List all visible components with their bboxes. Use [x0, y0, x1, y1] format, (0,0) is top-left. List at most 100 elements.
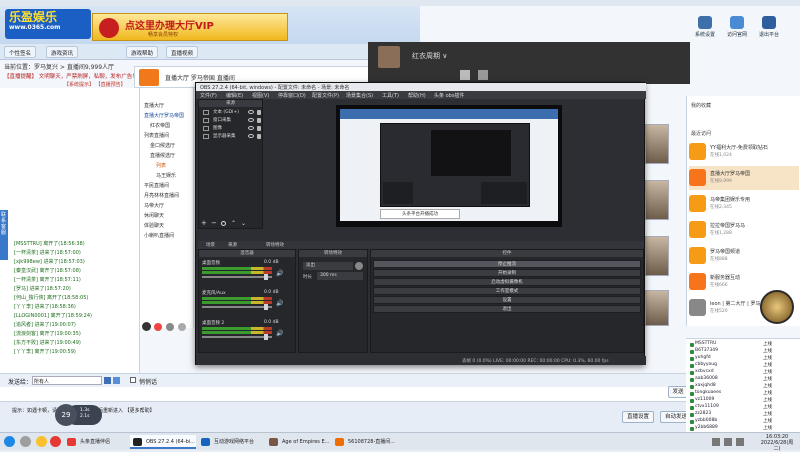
menu-docks[interactable]: 停靠窗口(D)	[278, 92, 306, 99]
system-settings-button[interactable]: 系统设置	[692, 16, 718, 38]
tree-item[interactable]: 金口候选厅	[150, 142, 175, 149]
network-icon[interactable]	[712, 438, 720, 446]
taskbar-app[interactable]: OBS 27.2.4 (64-bi...	[130, 435, 196, 449]
menu-file[interactable]: 文件(F)	[200, 92, 217, 99]
virtual-camera-button[interactable]: 启动虚拟摄像机	[373, 278, 641, 286]
tree-item[interactable]: 列表直播间	[144, 132, 169, 139]
volume-slider[interactable]	[202, 274, 272, 280]
visit-site-button[interactable]: 访问官网	[724, 16, 750, 38]
list-item[interactable]: xaxjqhd8 上线	[688, 383, 798, 390]
sticker-icon[interactable]	[154, 323, 162, 331]
studio-mode-button[interactable]: 工作室模式	[373, 287, 641, 295]
tree-item[interactable]: 体验聊天	[144, 222, 164, 229]
list-item[interactable]: tongkuaees 上线	[688, 390, 798, 397]
source-item[interactable]: 窗口采集	[201, 117, 262, 124]
slider-handle[interactable]	[264, 274, 268, 280]
remove-icon[interactable]: −	[211, 220, 217, 227]
tree-item[interactable]: 月亮林林直播间	[144, 192, 179, 199]
menu-help[interactable]: 帮助(H)	[408, 92, 426, 99]
color-icon[interactable]	[113, 377, 120, 384]
obs-titlebar[interactable]: OBS 27.2.4 (64-bit, windows) - 配置文件: 未命名…	[196, 83, 646, 91]
video-thumbnail[interactable]	[645, 290, 669, 326]
menu-tools[interactable]: 工具(T)	[382, 92, 399, 99]
emoji-icon[interactable]	[142, 322, 151, 331]
contact-name[interactable]: 红衣周期 ∨	[412, 51, 447, 61]
lock-icon[interactable]	[257, 134, 261, 139]
list-item[interactable]: y2bb6889 上线	[688, 425, 798, 432]
video-thumbnail[interactable]	[645, 180, 669, 220]
volume-slider[interactable]	[202, 304, 272, 310]
source-item[interactable]: 文本 (GDI+)	[201, 109, 262, 116]
vip-banner[interactable]: 点这里办理大厅VIP 畅享会员特权	[92, 13, 288, 41]
list-item[interactable]: aab36008 上线	[688, 376, 798, 383]
tree-item[interactable]: 直播大厅罗马帝国	[144, 112, 184, 119]
game-helmet-icon[interactable]	[760, 290, 794, 324]
room-item[interactable]: YY福利大厅-免费领取钻石 在线1,024	[689, 140, 799, 164]
list-item[interactable]: MSSTTRU 上线	[688, 341, 798, 348]
taskbar-app[interactable]: 56108728-直播间...	[332, 435, 396, 449]
source-item[interactable]: 图像	[201, 125, 262, 132]
menu-profile[interactable]: 配置文件(P)	[312, 92, 339, 99]
font-icon[interactable]	[104, 377, 111, 384]
list-item[interactable]: zz2823 上线	[688, 411, 798, 418]
message-input[interactable]	[0, 387, 700, 401]
list-item[interactable]: yuhgfd 上线	[688, 355, 798, 362]
slider-handle[interactable]	[264, 334, 268, 340]
tree-item[interactable]: 马王娱乐	[156, 172, 176, 179]
add-icon[interactable]: +	[201, 220, 207, 227]
room-item[interactable]: 罗马帝国频道 在线888	[689, 244, 799, 268]
tree-item[interactable]: 休闲聊天	[144, 212, 164, 219]
eye-icon[interactable]	[248, 110, 254, 114]
stop-streaming-button[interactable]: 停止推流	[373, 260, 641, 268]
eye-icon[interactable]	[248, 118, 254, 122]
duration-input[interactable]: 300 ms	[317, 272, 363, 280]
send-target-select[interactable]: 所有人	[32, 376, 102, 385]
dock-tab-sources[interactable]: 来源	[228, 242, 237, 248]
search-icon[interactable]	[478, 70, 488, 80]
video-thumbnail[interactable]	[645, 236, 669, 276]
tab-signature[interactable]: 个性签名	[4, 46, 37, 58]
online-user-list[interactable]: MSSTTRU 上线 B6T37349 上线 yuhgfd 上线 cbbyyoug 上线…	[686, 338, 800, 432]
tree-item[interactable]: 红衣帝国	[150, 122, 170, 129]
list-item[interactable]: vz11009 上线	[688, 397, 798, 404]
list-item[interactable]: B6T37349 上线	[688, 348, 798, 355]
tree-item[interactable]: 马帝大厅	[144, 202, 164, 209]
source-item[interactable]: 显示器采集	[201, 133, 262, 140]
eye-icon[interactable]	[248, 134, 254, 138]
list-item[interactable]: ctvx11109 上线	[688, 404, 798, 411]
image-icon[interactable]	[178, 323, 186, 331]
gift-icon[interactable]	[166, 323, 174, 331]
taskbar-app[interactable]: 头条直播伴侣	[64, 435, 128, 449]
lock-icon[interactable]	[257, 118, 261, 123]
ime-icon[interactable]	[736, 438, 744, 446]
lock-icon[interactable]	[257, 110, 261, 115]
exit-button[interactable]: 退出平台	[756, 16, 782, 38]
favorites-header[interactable]: 我的收藏	[691, 102, 711, 109]
eye-icon[interactable]	[248, 126, 254, 130]
list-item[interactable]: cbbyyoug 上线	[688, 362, 798, 369]
exit-button[interactable]: 退出	[373, 305, 641, 313]
volume-icon[interactable]	[724, 438, 732, 446]
speaker-icon[interactable]: 🔊	[276, 270, 284, 277]
tree-item[interactable]: 列表	[156, 162, 166, 169]
menu-scene-collection[interactable]: 场景集合(S)	[346, 92, 373, 99]
gear-icon[interactable]	[355, 262, 363, 270]
list-item[interactable]: xcbvcxd 上线	[688, 369, 798, 376]
lock-icon[interactable]	[257, 126, 261, 131]
room-item[interactable]: 马帝集团娱乐专用 在线2,345	[689, 192, 799, 216]
tab-news[interactable]: 游戏资讯	[46, 46, 79, 58]
tree-item[interactable]: 直播大厅	[144, 102, 164, 109]
settings-button[interactable]: 设置	[373, 296, 641, 304]
start-recording-button[interactable]: 开始录制	[373, 269, 641, 277]
folder-icon[interactable]	[36, 436, 47, 447]
windows-start-icon[interactable]	[4, 436, 15, 447]
list-item[interactable]: yzbb008b 上线	[688, 418, 798, 425]
volume-slider[interactable]	[202, 334, 272, 340]
slider-handle[interactable]	[264, 304, 268, 310]
browser-icon[interactable]	[50, 436, 61, 447]
side-customer-service[interactable]: 联系客服	[0, 210, 8, 260]
menu-plugin[interactable]: 头条 obs插件	[434, 92, 464, 99]
private-checkbox[interactable]	[130, 377, 136, 383]
chat-log[interactable]: [MSSTTRU] 离开了(18:56:38) [一杯清茶] 进来了(18:57…	[0, 88, 140, 373]
tree-item[interactable]: 平民直播间	[144, 182, 169, 189]
